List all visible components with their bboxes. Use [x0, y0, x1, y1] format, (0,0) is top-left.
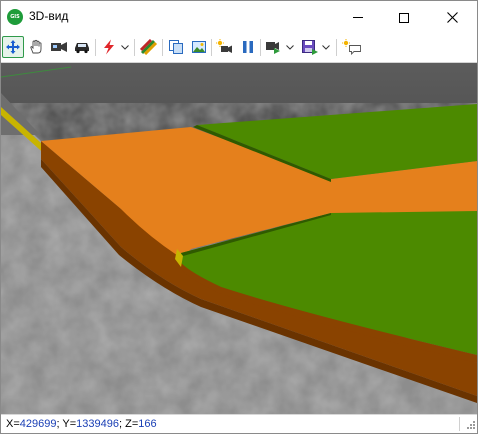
- z-label: Z=: [125, 418, 139, 430]
- pause-tool-button[interactable]: [237, 36, 259, 58]
- toolbar: [1, 34, 477, 63]
- save-icon: [302, 40, 318, 55]
- lightning-tool-button[interactable]: [98, 36, 120, 58]
- save-view-tool-button[interactable]: [299, 36, 321, 58]
- palette-icon: [140, 39, 158, 55]
- play-camera-icon: [266, 42, 280, 54]
- window-3d-view: GIS 3D-вид X=429699; Y=1339496; Z=166: [0, 0, 478, 434]
- play-camera-tool-button[interactable]: [263, 36, 285, 58]
- camera-icon: [51, 42, 67, 52]
- car-tool-button[interactable]: [71, 36, 93, 58]
- window-title: 3D-вид: [29, 9, 69, 23]
- toolbar-separator: [260, 39, 261, 56]
- z-value: 166: [138, 418, 157, 430]
- app-icon: GIS: [7, 9, 23, 25]
- x-value: 429699: [19, 418, 57, 430]
- sun-comment-icon: [342, 39, 361, 55]
- resize-grip-icon[interactable]: [467, 421, 475, 429]
- copy-tool-button[interactable]: [165, 36, 187, 58]
- minimize-button[interactable]: [335, 1, 381, 34]
- toolbar-separator: [162, 39, 163, 56]
- sun-camera-icon: [216, 39, 232, 53]
- pan-tool-button[interactable]: [25, 36, 47, 58]
- toolbar-separator: [211, 39, 212, 56]
- 3d-viewport[interactable]: [1, 63, 477, 414]
- image-tool-button[interactable]: [188, 36, 210, 58]
- chevron-down-icon: [121, 44, 129, 50]
- hand-icon: [30, 39, 42, 54]
- light-camera-tool-button[interactable]: [214, 36, 236, 58]
- toolbar-separator: [95, 39, 96, 56]
- maximize-button[interactable]: [381, 1, 427, 34]
- picture-icon: [192, 41, 206, 53]
- title-bar[interactable]: GIS 3D-вид: [1, 1, 477, 34]
- car-icon: [75, 43, 89, 54]
- status-separator: [459, 417, 460, 431]
- chevron-down-icon: [286, 44, 294, 50]
- camera-tool-button[interactable]: [48, 36, 70, 58]
- pause-icon: [243, 41, 253, 53]
- copy-icon: [169, 40, 183, 54]
- lightning-icon: [104, 39, 114, 55]
- status-bar: X=429699; Y=1339496; Z=166: [1, 414, 477, 433]
- y-value: 1339496: [76, 418, 119, 430]
- chevron-down-icon: [322, 44, 330, 50]
- lightning-dropdown[interactable]: [120, 36, 130, 58]
- move-tool-button[interactable]: [2, 36, 24, 58]
- toolbar-separator: [336, 39, 337, 56]
- x-label: X=: [6, 418, 20, 430]
- comment-tool-button[interactable]: [341, 36, 363, 58]
- 3d-scene[interactable]: [1, 63, 477, 414]
- toolbar-separator: [134, 39, 135, 56]
- palette-tool-button[interactable]: [138, 36, 160, 58]
- play-camera-dropdown[interactable]: [285, 36, 295, 58]
- close-button[interactable]: [429, 1, 475, 34]
- y-label: Y=: [62, 418, 77, 430]
- maximize-icon: [399, 12, 409, 23]
- close-icon: [446, 12, 458, 23]
- coordinates-readout: X=429699; Y=1339496; Z=166: [6, 418, 157, 430]
- four-arrows-icon: [6, 40, 20, 54]
- minimize-icon: [353, 17, 363, 18]
- save-view-dropdown[interactable]: [321, 36, 331, 58]
